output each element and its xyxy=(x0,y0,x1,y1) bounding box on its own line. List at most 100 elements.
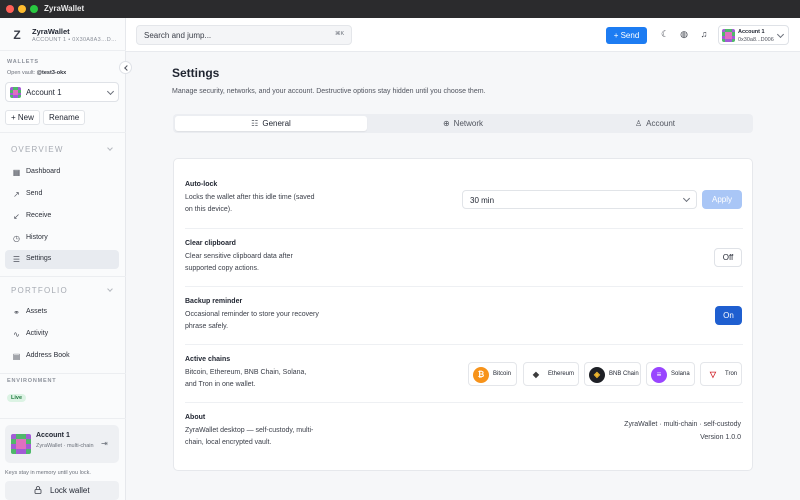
chain-chip-bnb[interactable]: ◈ BNB Chain xyxy=(584,362,641,386)
sidebar-item-label: Receive xyxy=(26,212,52,219)
autolock-select[interactable]: 30 min xyxy=(462,190,697,209)
sidebar-item-receive[interactable]: ↙ Receive xyxy=(5,207,119,226)
portfolio-group-label[interactable]: PORTFOLIO xyxy=(11,286,68,295)
bitcoin-icon: ₿ xyxy=(473,367,489,383)
chain-chip-ethereum[interactable]: ◆ Ethereum xyxy=(523,362,579,386)
chevron-down-icon xyxy=(682,194,691,203)
sidebar-item-address-book[interactable]: ▤ Address Book xyxy=(5,347,119,366)
bnb-icon: ◈ xyxy=(589,367,605,383)
account-selector[interactable]: Account 1 xyxy=(5,82,119,102)
clear-clipboard-toggle[interactable]: Off xyxy=(714,248,742,267)
tab-account[interactable]: ♙ Account xyxy=(559,116,751,131)
new-wallet-button[interactable]: + New xyxy=(5,110,40,125)
bell-icon[interactable]: ♫ xyxy=(699,29,709,39)
tron-icon: ▽ xyxy=(705,367,721,383)
clear-clipboard-description: Clear sensitive clipboard data after sup… xyxy=(185,253,293,272)
chevron-down-icon[interactable] xyxy=(107,145,113,151)
logout-icon[interactable]: ⇥ xyxy=(101,440,109,448)
solana-icon: ≡ xyxy=(651,367,667,383)
title-bar: ZyraWallet xyxy=(0,0,800,18)
settings-tabs: ☷ General ⊕ Network ♙ Account xyxy=(173,114,753,133)
tab-label: General xyxy=(262,119,291,128)
close-window-button[interactable] xyxy=(6,5,14,13)
arrow-up-right-icon: ↗ xyxy=(13,190,20,199)
row-divider xyxy=(185,228,743,229)
search-shortcut: ⌘K xyxy=(335,31,345,37)
brand-subtitle: ACCOUNT 1 • 0X30A8A3…D… xyxy=(32,37,117,43)
sidebar-item-assets[interactable]: ⚭ Assets xyxy=(5,303,119,322)
chain-chip-solana[interactable]: ≡ Solana xyxy=(646,362,695,386)
window-title: ZyraWallet xyxy=(44,4,85,13)
app-version: Version 1.0.0 xyxy=(700,434,741,441)
sliders-icon: ☷ xyxy=(251,119,259,128)
ethereum-icon: ◆ xyxy=(528,367,544,383)
sidebar-divider xyxy=(0,373,126,374)
activity-icon: ∿ xyxy=(13,330,20,339)
lock-wallet-button[interactable]: Lock wallet xyxy=(5,481,119,500)
row-divider xyxy=(185,344,743,345)
search-placeholder: Search and jump... xyxy=(144,31,212,40)
lock-wallet-label: Lock wallet xyxy=(50,486,90,495)
tab-network[interactable]: ⊕ Network xyxy=(367,116,559,131)
sidebar-item-label: Send xyxy=(26,190,43,197)
tab-label: Account xyxy=(646,119,676,128)
tab-general[interactable]: ☷ General xyxy=(175,116,367,131)
chevron-down-icon xyxy=(776,30,785,39)
chevron-down-icon[interactable] xyxy=(107,286,113,292)
autolock-title: Auto-lock xyxy=(185,181,218,188)
page-title: Settings xyxy=(172,66,220,80)
clock-icon: ◷ xyxy=(13,234,20,243)
sidebar-item-activity[interactable]: ∿ Activity xyxy=(5,325,119,344)
backup-reminder-title: Backup reminder xyxy=(185,298,243,305)
zoom-window-button[interactable] xyxy=(30,5,38,13)
account-avatar xyxy=(11,434,31,454)
theme-toggle-icon[interactable]: ☾ xyxy=(660,29,670,39)
palette-icon[interactable]: ◍ xyxy=(679,29,689,39)
sidebar-divider xyxy=(0,276,126,277)
minimize-window-button[interactable] xyxy=(18,5,26,13)
rename-wallet-button[interactable]: Rename xyxy=(43,110,86,125)
sidebar-item-dashboard[interactable]: ▦ Dashboard xyxy=(5,163,119,182)
account-card-name: Account 1 xyxy=(36,432,70,439)
account-chip[interactable]: Account 1 0x30a8...D006 xyxy=(718,25,789,45)
environment-badge: Live xyxy=(7,394,27,402)
account-card-description: ZyraWallet · multi-chain xyxy=(36,443,94,449)
chain-chip-bitcoin[interactable]: ₿ Bitcoin xyxy=(468,362,517,386)
sidebar-item-label: History xyxy=(26,234,48,241)
user-icon: ♙ xyxy=(634,119,643,128)
account-avatar xyxy=(10,87,21,98)
sidebar-item-history[interactable]: ◷ History xyxy=(5,229,119,248)
chain-chip-tron[interactable]: ▽ Tron xyxy=(700,362,742,386)
collapse-sidebar-button[interactable] xyxy=(119,61,132,74)
backup-reminder-toggle[interactable]: On xyxy=(715,306,742,325)
chevron-down-icon xyxy=(106,87,115,96)
selected-account-name: Account 1 xyxy=(26,88,62,97)
autolock-description: Locks the wallet after this idle time (s… xyxy=(185,194,315,213)
sidebar-item-settings[interactable]: ☰ Settings xyxy=(5,250,119,269)
top-bar: Search and jump... ⌘K + Send ☾ ◍ ♫ Accou… xyxy=(126,18,800,52)
search-input[interactable]: Search and jump... ⌘K xyxy=(136,25,352,45)
chain-name: Tron xyxy=(725,371,738,377)
sidebar: Z ZyraWallet ACCOUNT 1 • 0X30A8A3…D… WAL… xyxy=(0,18,126,500)
send-button[interactable]: + Send xyxy=(606,27,647,44)
globe-icon: ⊕ xyxy=(442,119,450,128)
open-vault-text: Open vault: @test3-okx xyxy=(7,70,66,76)
general-settings-card: Auto-lock Locks the wallet after this id… xyxy=(173,158,753,471)
account-chip-name: Account 1 xyxy=(738,29,765,35)
account-card: Account 1 ZyraWallet · multi-chain ⇥ xyxy=(5,425,119,463)
brand-name: ZyraWallet xyxy=(32,27,70,36)
grid-icon: ▦ xyxy=(12,168,21,177)
overview-group-label[interactable]: OVERVIEW xyxy=(11,145,64,154)
sidebar-divider xyxy=(0,418,126,419)
sidebar-item-send[interactable]: ↗ Send xyxy=(5,185,119,204)
chevron-left-icon xyxy=(124,65,130,71)
link-icon: ⚭ xyxy=(13,308,20,317)
tab-label: Network xyxy=(453,119,484,128)
chain-name: BNB Chain xyxy=(609,371,639,377)
about-title: About xyxy=(185,414,206,421)
sidebar-item-label: Address Book xyxy=(26,352,70,359)
row-divider xyxy=(185,286,743,287)
chain-name: Ethereum xyxy=(548,371,575,377)
apply-button[interactable]: Apply xyxy=(702,190,742,209)
chain-name: Solana xyxy=(671,371,690,377)
